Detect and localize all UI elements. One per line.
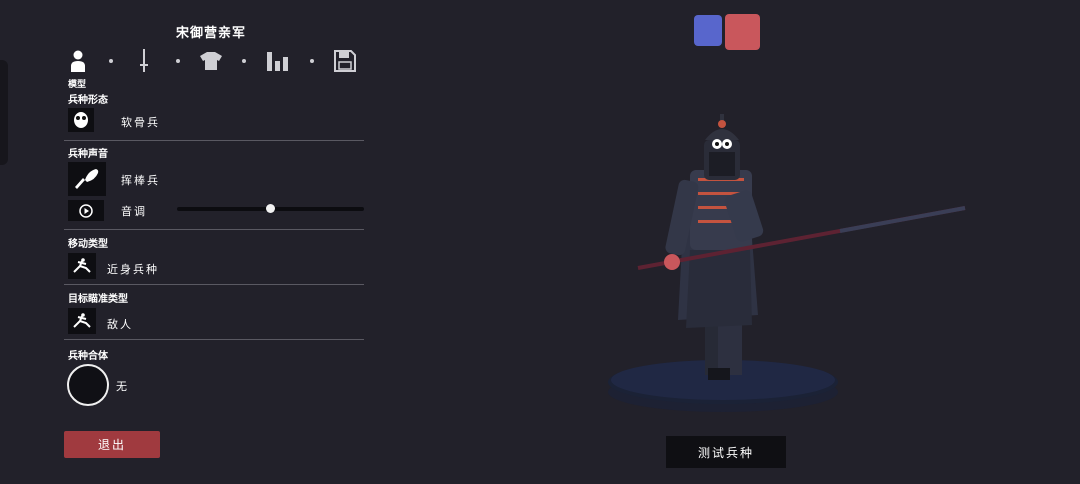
tab-armor[interactable] [199, 48, 223, 74]
tab-weapon[interactable] [132, 48, 156, 74]
body-type-value: 软骨兵 [121, 116, 160, 129]
test-unit-button[interactable]: 测试兵种 [666, 436, 786, 468]
shirt-icon [200, 52, 222, 70]
club-icon [75, 169, 99, 189]
movement-type-value: 近身兵种 [107, 263, 159, 276]
tab-save[interactable] [333, 48, 357, 74]
divider [64, 229, 364, 230]
body-type-label: 兵种形态 [68, 95, 108, 106]
voice-value: 挥棒兵 [121, 174, 160, 187]
targeting-type-selector[interactable] [68, 308, 96, 334]
team-red-swatch[interactable] [725, 14, 760, 50]
tab-separator-dot [109, 59, 113, 63]
tab-separator-dot [242, 59, 246, 63]
tab-stats[interactable] [266, 48, 290, 74]
save-disk-icon [334, 50, 356, 72]
pitch-slider-handle[interactable] [266, 204, 275, 213]
movement-type-label: 移动类型 [68, 239, 108, 250]
unit-model-illustration [608, 114, 966, 412]
movement-type-selector[interactable] [68, 253, 96, 279]
unit-name: 宋御营亲军 [175, 26, 246, 41]
melee-figure-icon [73, 258, 91, 273]
play-icon [79, 203, 93, 218]
tab-separator-dot [176, 59, 180, 63]
team-blue-swatch[interactable] [694, 15, 722, 46]
bar-chart-icon [267, 52, 288, 71]
unit-preview [590, 100, 980, 424]
person-icon [71, 50, 85, 72]
pitch-label: 音调 [121, 205, 147, 218]
exit-button[interactable]: 退出 [64, 431, 160, 458]
side-panel-handle[interactable] [0, 60, 8, 165]
voice-label: 兵种声音 [68, 149, 108, 160]
voice-selector[interactable] [68, 162, 106, 196]
sword-icon [140, 49, 148, 72]
tab-separator-dot [310, 59, 314, 63]
unit-combine-label: 兵种合体 [68, 351, 108, 362]
target-figure-icon [73, 313, 91, 328]
play-voice-button[interactable] [68, 200, 104, 221]
unit-combine-value: 无 [116, 380, 129, 393]
tab-model-label: 模型 [68, 80, 87, 90]
unit-combine-slot[interactable] [67, 364, 109, 406]
targeting-type-label: 目标瞄准类型 [68, 294, 128, 305]
ragdoll-face-icon [74, 112, 88, 128]
divider [64, 339, 364, 340]
targeting-type-value: 敌人 [107, 318, 133, 331]
tab-model[interactable] [66, 48, 90, 74]
divider [64, 284, 364, 285]
divider [64, 140, 364, 141]
body-type-selector[interactable] [68, 108, 94, 132]
